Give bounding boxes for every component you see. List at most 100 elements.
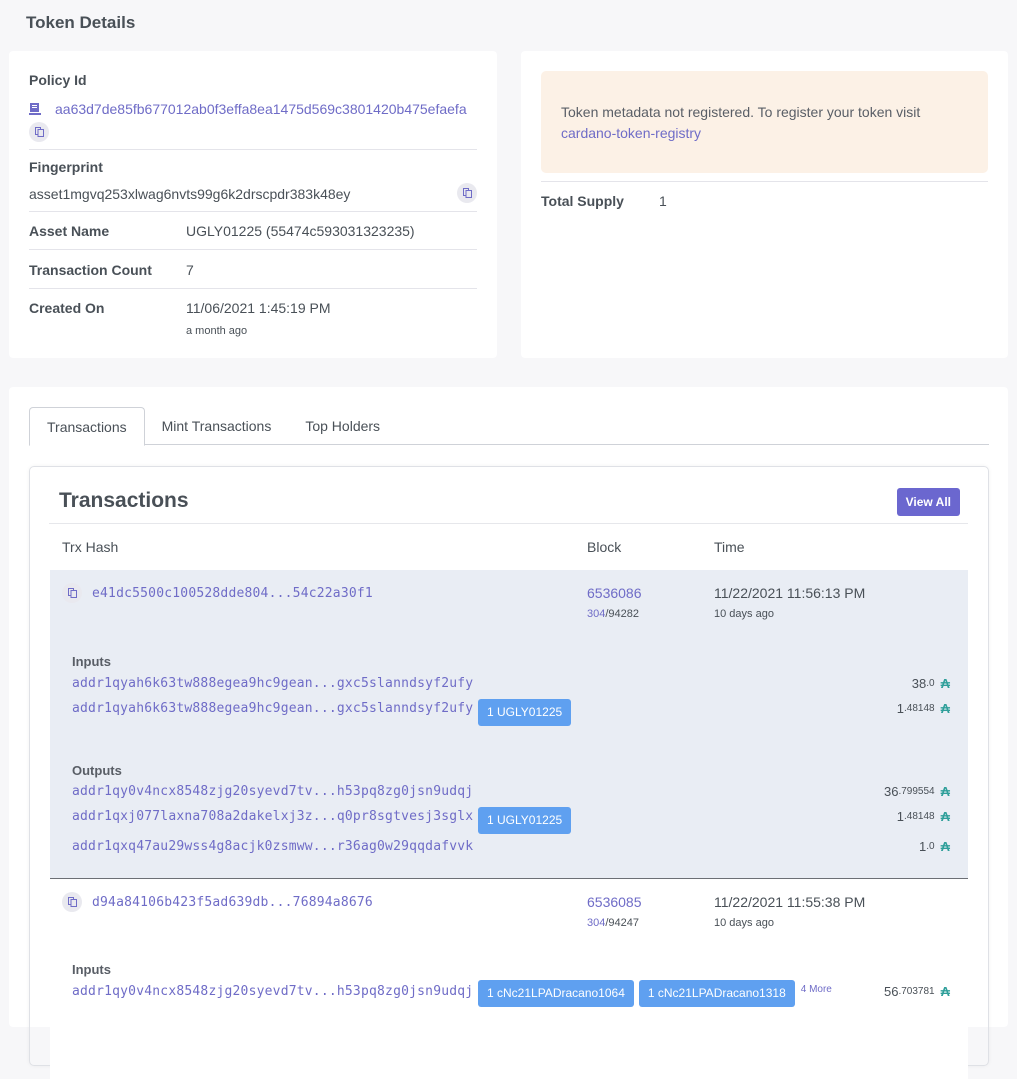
input-amount: 38.0 ₳ (912, 676, 950, 691)
amount-decimal: .0 (926, 678, 935, 689)
output-address-link[interactable]: addr1qy0v4ncx8548zjg20syevd7tv...h53pq8z… (72, 784, 473, 799)
total-supply-value: 1 (659, 193, 667, 209)
epoch-link[interactable]: 304 (587, 608, 605, 620)
created-on-row: Created On 11/06/2021 1:45:19 PM a month… (29, 300, 331, 337)
transaction-row: d94a84106b423f5ad639db...76894a8676 6536… (50, 879, 968, 1079)
divider (29, 249, 477, 250)
block-link[interactable]: 6536085 (587, 894, 642, 910)
token-registry-link[interactable]: cardano-token-registry (561, 125, 701, 141)
fingerprint-value: asset1mgvq253xlwag6nvts99g6k2drscpdr383k… (29, 186, 351, 202)
output-row: addr1qy0v4ncx8548zjg20syevd7tv...h53pq8z… (72, 784, 950, 804)
created-on-value: 11/06/2021 1:45:19 PM (186, 300, 331, 316)
token-details-card: Policy Id aa63d7de85fb677012ab0f3effa8ea… (9, 51, 497, 358)
token-badge[interactable]: 1 cNc21LPADracano1318 (638, 980, 795, 1007)
column-header-hash: Trx Hash (62, 539, 119, 555)
input-address-link[interactable]: addr1qyah6k63tw888egea9hc9gean...gxc5sla… (72, 701, 473, 716)
block-link[interactable]: 6536086 (587, 585, 642, 601)
input-row: addr1qy0v4ncx8548zjg20syevd7tv...h53pq8z… (72, 980, 950, 1007)
tx-time-ago: 10 days ago (714, 917, 774, 929)
divider (49, 523, 968, 524)
block-cell: 6536086 304/94282 (587, 585, 642, 620)
tx-hash-link[interactable]: d94a84106b423f5ad639db...76894a8676 (92, 895, 373, 910)
tx-time: 11/22/2021 11:55:38 PM (714, 894, 866, 910)
copy-icon (67, 897, 77, 907)
tab-bar: Transactions Mint Transactions Top Holde… (29, 407, 989, 446)
copy-fingerprint-button[interactable] (457, 183, 477, 203)
divider (29, 211, 477, 212)
input-address-link[interactable]: addr1qyah6k63tw888egea9hc9gean...gxc5sla… (72, 676, 473, 691)
time-cell: 11/22/2021 11:56:13 PM 10 days ago (714, 585, 865, 620)
token-metadata-card: Token metadata not registered. To regist… (521, 51, 1008, 358)
output-address-link[interactable]: addr1qxj077laxna708a2dakelxj3z...q0pr8sg… (72, 809, 473, 824)
created-ago: a month ago (186, 325, 248, 337)
fingerprint-label: Fingerprint (29, 159, 103, 175)
policy-script-icon (29, 103, 41, 115)
token-badge[interactable]: 1 UGLY01225 (478, 807, 572, 834)
policy-id-row: aa63d7de85fb677012ab0f3effa8ea1475d569c3… (29, 101, 467, 117)
epoch-link[interactable]: 304 (587, 917, 605, 929)
input-address-link[interactable]: addr1qy0v4ncx8548zjg20syevd7tv...h53pq8z… (72, 984, 473, 999)
epoch-slot: 304/94282 (587, 608, 642, 620)
tx-hash-cell: e41dc5500c100528dde804...54c22a30f1 (62, 583, 373, 603)
input-row: addr1qyah6k63tw888egea9hc9gean...gxc5sla… (72, 676, 950, 696)
epoch-slot: 304/94247 (587, 917, 642, 929)
tx-hash-cell: d94a84106b423f5ad639db...76894a8676 (62, 892, 373, 912)
tab-mint-transactions[interactable]: Mint Transactions (145, 407, 289, 446)
asset-name-value: UGLY01225 (55474c593031323235) (186, 223, 415, 239)
token-badge[interactable]: 1 UGLY01225 (478, 699, 572, 726)
ada-icon: ₳ (940, 839, 950, 854)
amount-decimal: .48148 (904, 811, 935, 822)
amount-decimal: .799554 (898, 786, 935, 797)
alert-text: Token metadata not registered. To regist… (561, 104, 921, 120)
amount-integer: 1 (896, 809, 905, 824)
transaction-count-row: Transaction Count 7 (29, 262, 194, 278)
transaction-row: e41dc5500c100528dde804...54c22a30f1 6536… (50, 570, 968, 879)
output-amount: 1.48148 ₳ (897, 809, 950, 824)
copy-icon (462, 188, 472, 198)
token-list: 1 cNc21LPADracano1064 1 cNc21LPADracano1… (478, 980, 832, 1007)
tab-transactions[interactable]: Transactions (29, 407, 145, 446)
ada-icon: ₳ (940, 676, 950, 691)
transactions-title: Transactions (59, 489, 189, 512)
copy-tx-hash-button[interactable] (62, 583, 82, 603)
copy-policy-id-button[interactable] (29, 122, 49, 142)
input-amount: 1.48148 ₳ (897, 701, 950, 716)
slot-number: /94247 (605, 917, 640, 929)
policy-id-link[interactable]: aa63d7de85fb677012ab0f3effa8ea1475d569c3… (55, 101, 467, 117)
ada-icon: ₳ (940, 809, 950, 824)
input-amount: 56.703781 ₳ (884, 984, 950, 999)
total-supply-row: Total Supply 1 (541, 193, 667, 209)
tx-hash-link[interactable]: e41dc5500c100528dde804...54c22a30f1 (92, 586, 373, 601)
amount-decimal: .0 (926, 841, 935, 852)
ada-icon: ₳ (940, 701, 950, 716)
copy-tx-hash-button[interactable] (62, 892, 82, 912)
output-amount: 36.799554 ₳ (884, 784, 950, 799)
outputs-label: Outputs (72, 763, 122, 778)
view-all-button[interactable]: View All (896, 488, 960, 516)
output-row: addr1qxj077laxna708a2dakelxj3z...q0pr8sg… (72, 807, 950, 834)
transactions-panel: Transactions View All Trx Hash Block Tim… (29, 466, 989, 1079)
divider (29, 288, 477, 289)
transaction-count-value: 7 (186, 262, 194, 278)
tab-top-holders[interactable]: Top Holders (288, 407, 397, 446)
divider (541, 181, 988, 182)
inputs-label: Inputs (72, 962, 111, 977)
token-list: 1 UGLY01225 (478, 807, 576, 834)
token-badge[interactable]: 1 cNc21LPADracano1064 (478, 980, 634, 1007)
amount-integer: 56 (883, 984, 899, 999)
output-amount: 1.0 ₳ (919, 839, 950, 854)
amount-integer: 36 (883, 784, 899, 799)
amount-decimal: .703781 (898, 986, 935, 997)
token-list: 1 UGLY01225 (478, 699, 576, 726)
column-header-time: Time (714, 539, 745, 555)
asset-name-label: Asset Name (29, 223, 110, 239)
tx-time: 11/22/2021 11:56:13 PM (714, 585, 866, 601)
metadata-alert: Token metadata not registered. To regist… (541, 71, 988, 173)
column-header-block: Block (587, 539, 622, 555)
output-address-link[interactable]: addr1qxq47au29wss4g8acjk0zsmww...r36ag0w… (72, 839, 473, 854)
more-tokens-link[interactable]: 4 More (801, 984, 832, 995)
policy-id-label: Policy Id (29, 72, 87, 88)
transaction-count-label: Transaction Count (29, 262, 152, 278)
ada-icon: ₳ (940, 784, 950, 799)
copy-icon (34, 127, 44, 137)
